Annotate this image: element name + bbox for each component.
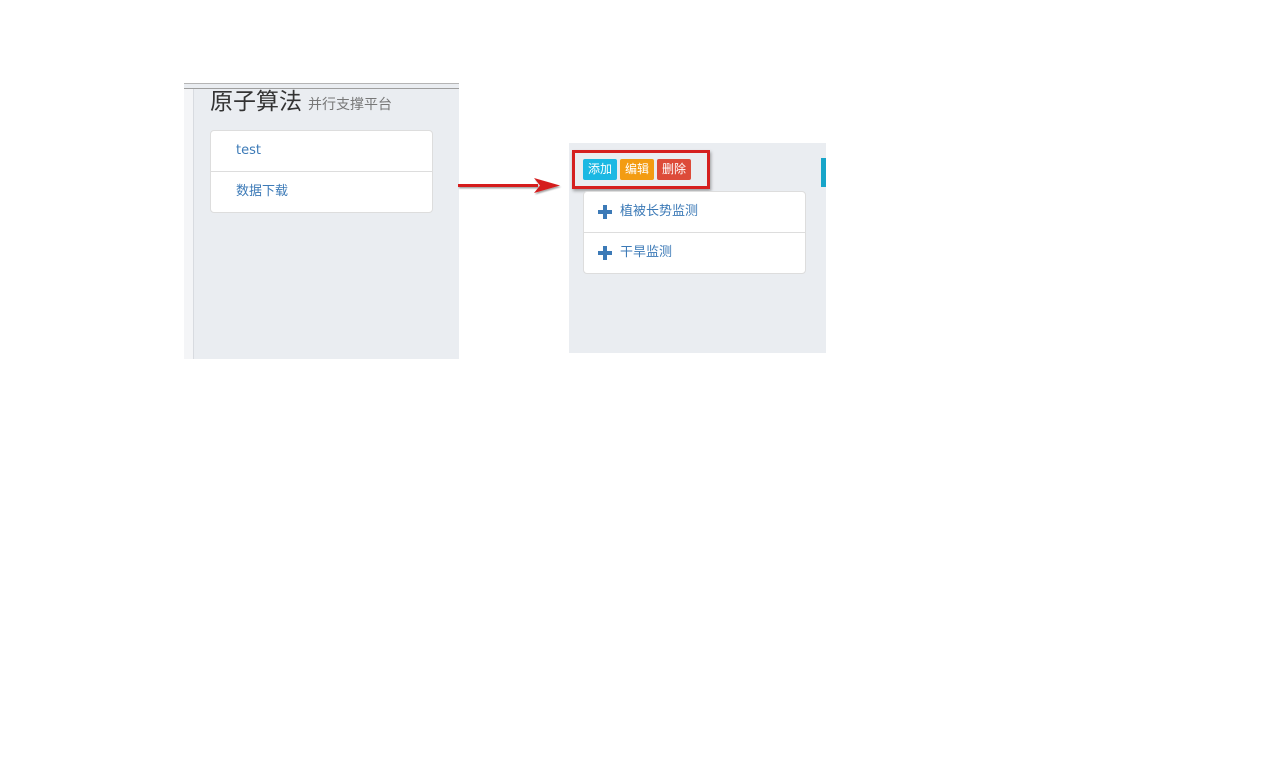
sidebar-edge-strip bbox=[184, 89, 194, 359]
red-arrow-annotation bbox=[458, 178, 560, 193]
list-item-drought-monitoring[interactable]: 干旱监测 bbox=[584, 233, 805, 273]
nav-list: test 数据下载 bbox=[210, 130, 433, 213]
plus-icon[interactable] bbox=[598, 205, 612, 219]
page-title: 原子算法 并行支撑平台 bbox=[210, 87, 392, 120]
nav-item-data-download[interactable]: 数据下载 bbox=[211, 172, 432, 212]
category-list: 植被长势监测 干旱监测 bbox=[583, 191, 806, 274]
plus-icon[interactable] bbox=[598, 246, 612, 260]
list-item-label: 植被长势监测 bbox=[620, 204, 699, 219]
accent-bar bbox=[821, 158, 826, 187]
nav-item-test[interactable]: test bbox=[211, 131, 432, 172]
right-tree-panel: 添加 编辑 删除 植被长势监测 干旱监测 bbox=[569, 143, 826, 353]
add-button[interactable]: 添加 bbox=[583, 159, 618, 180]
screenshot-canvas: 原子算法 并行支撑平台 test 数据下载 添加 编辑 删除 植被长势监测 干旱… bbox=[0, 0, 1278, 768]
edit-button[interactable]: 编辑 bbox=[620, 159, 655, 180]
app-title: 原子算法 bbox=[210, 89, 302, 115]
app-subtitle: 并行支撑平台 bbox=[308, 97, 392, 113]
left-sidebar-panel: 原子算法 并行支撑平台 test 数据下载 bbox=[184, 83, 459, 359]
list-item-vegetation-monitoring[interactable]: 植被长势监测 bbox=[584, 192, 805, 233]
delete-button[interactable]: 删除 bbox=[657, 159, 692, 180]
list-item-label: 干旱监测 bbox=[620, 245, 673, 260]
toolbar: 添加 编辑 删除 bbox=[583, 159, 692, 180]
